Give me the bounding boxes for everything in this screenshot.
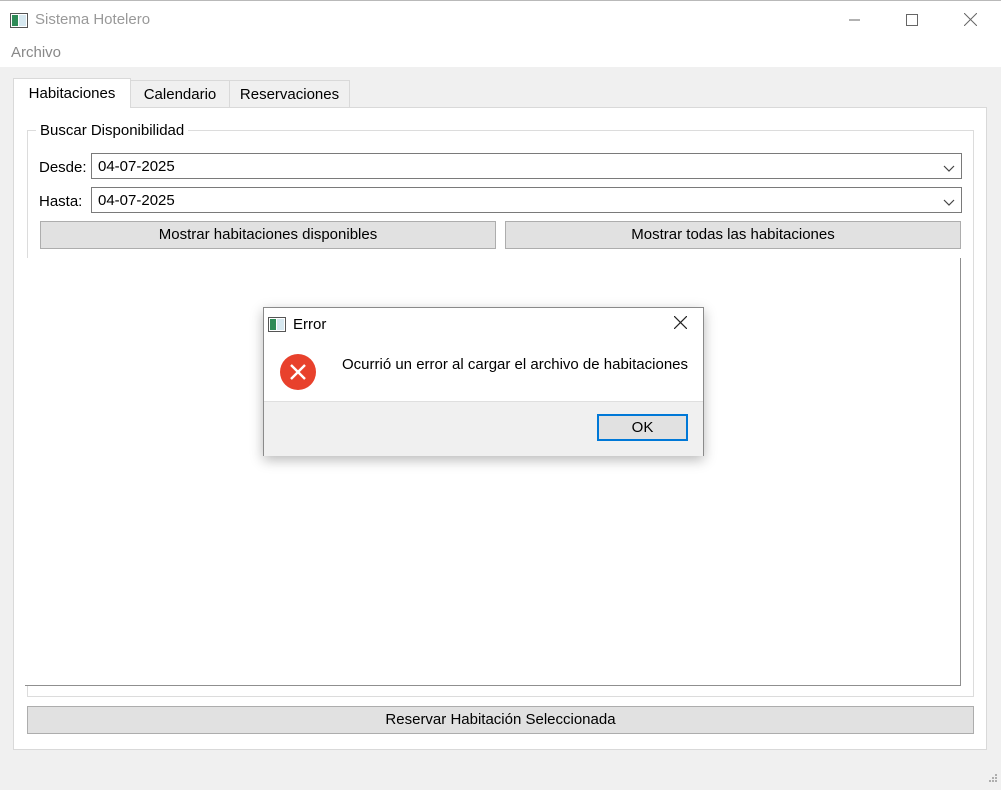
show-all-button[interactable]: Mostrar todas las habitaciones [505, 221, 961, 249]
dialog-title: Error [293, 316, 327, 333]
minimize-button[interactable] [832, 1, 878, 41]
menu-bar: Archivo [0, 40, 1001, 67]
to-date-value: 04-07-2025 [98, 192, 175, 209]
error-dialog: Error Ocurrió un error al cargar el arch… [263, 307, 704, 456]
chevron-down-icon [943, 194, 955, 211]
to-date-picker[interactable]: 04-07-2025 [91, 187, 962, 213]
chevron-down-icon [943, 160, 955, 177]
reserve-room-button[interactable]: Reservar Habitación Seleccionada [27, 706, 974, 734]
to-label: Hasta: [39, 193, 83, 210]
maximize-icon [906, 13, 918, 30]
from-date-value: 04-07-2025 [98, 158, 175, 175]
error-icon [280, 354, 316, 394]
menu-archivo[interactable]: Archivo [11, 44, 61, 61]
show-available-button[interactable]: Mostrar habitaciones disponibles [40, 221, 496, 249]
tab-habitaciones[interactable]: Habitaciones [13, 78, 131, 108]
close-icon [963, 12, 977, 30]
close-window-button[interactable] [947, 1, 993, 41]
close-icon [673, 315, 687, 333]
group-title: Buscar Disponibilidad [36, 122, 189, 139]
resize-grip-icon[interactable] [988, 770, 998, 787]
app-window-icon [10, 13, 28, 32]
from-date-picker[interactable]: 04-07-2025 [91, 153, 962, 179]
title-bar: Sistema Hotelero [0, 0, 1001, 41]
dialog-close-button[interactable] [663, 308, 697, 340]
from-label: Desde: [39, 159, 87, 176]
dialog-footer: OK [264, 401, 703, 456]
ok-button[interactable]: OK [597, 414, 688, 441]
minimize-icon [849, 13, 861, 30]
tab-calendario[interactable]: Calendario [130, 80, 230, 107]
app-window-icon [268, 317, 286, 336]
window-title: Sistema Hotelero [35, 11, 151, 28]
tab-reservaciones[interactable]: Reservaciones [229, 80, 350, 107]
maximize-button[interactable] [889, 1, 935, 41]
error-message: Ocurrió un error al cargar el archivo de… [342, 356, 689, 373]
